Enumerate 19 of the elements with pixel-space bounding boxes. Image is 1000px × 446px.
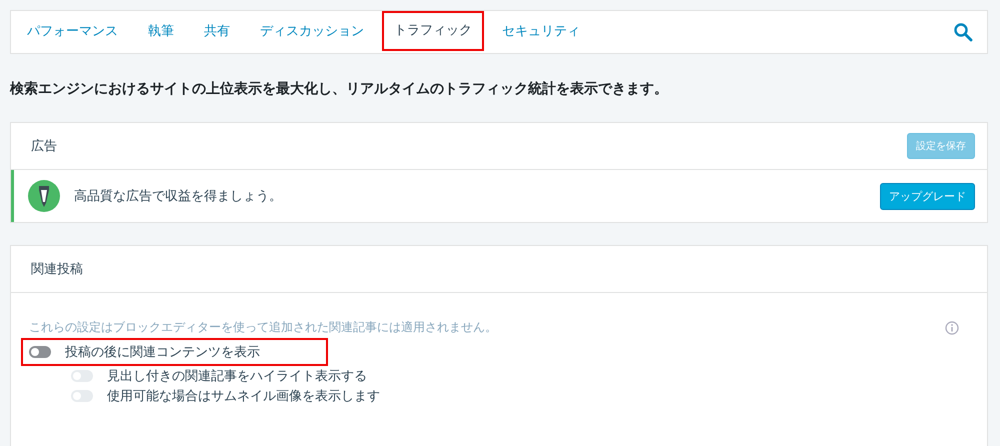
- info-note: これらの設定はブロックエディターを使って追加された関連記事には適用されません。: [29, 319, 497, 336]
- upgrade-button[interactable]: アップグレード: [880, 182, 975, 210]
- section-title: 関連投稿: [31, 261, 83, 278]
- nav-tab[interactable]: 執筆: [136, 15, 186, 49]
- toggle-label: 使用可能な場合はサムネイル画像を表示します: [107, 388, 380, 405]
- toggle-label: 投稿の後に関連コンテンツを表示: [65, 344, 260, 361]
- nav-tab[interactable]: ディスカッション: [248, 15, 376, 49]
- nav-tab[interactable]: パフォーマンス: [15, 15, 130, 49]
- toggle-label: 見出し付きの関連記事をハイライト表示する: [107, 368, 367, 385]
- nav-tab[interactable]: トラフィック: [382, 11, 484, 51]
- info-icon[interactable]: [945, 320, 959, 334]
- nav-tab[interactable]: セキュリティ: [490, 15, 592, 49]
- pen-icon: [28, 180, 60, 212]
- toggle-switch[interactable]: [29, 346, 51, 358]
- nav-tab[interactable]: 共有: [192, 15, 242, 49]
- section-title: 広告: [31, 138, 57, 155]
- page-description: 検索エンジンにおけるサイトの上位表示を最大化し、リアルタイムのトラフィック統計を表示できます。: [10, 80, 669, 98]
- search-icon[interactable]: [953, 22, 973, 42]
- notice-text: 高品質な広告で収益を得ましょう。: [74, 188, 283, 205]
